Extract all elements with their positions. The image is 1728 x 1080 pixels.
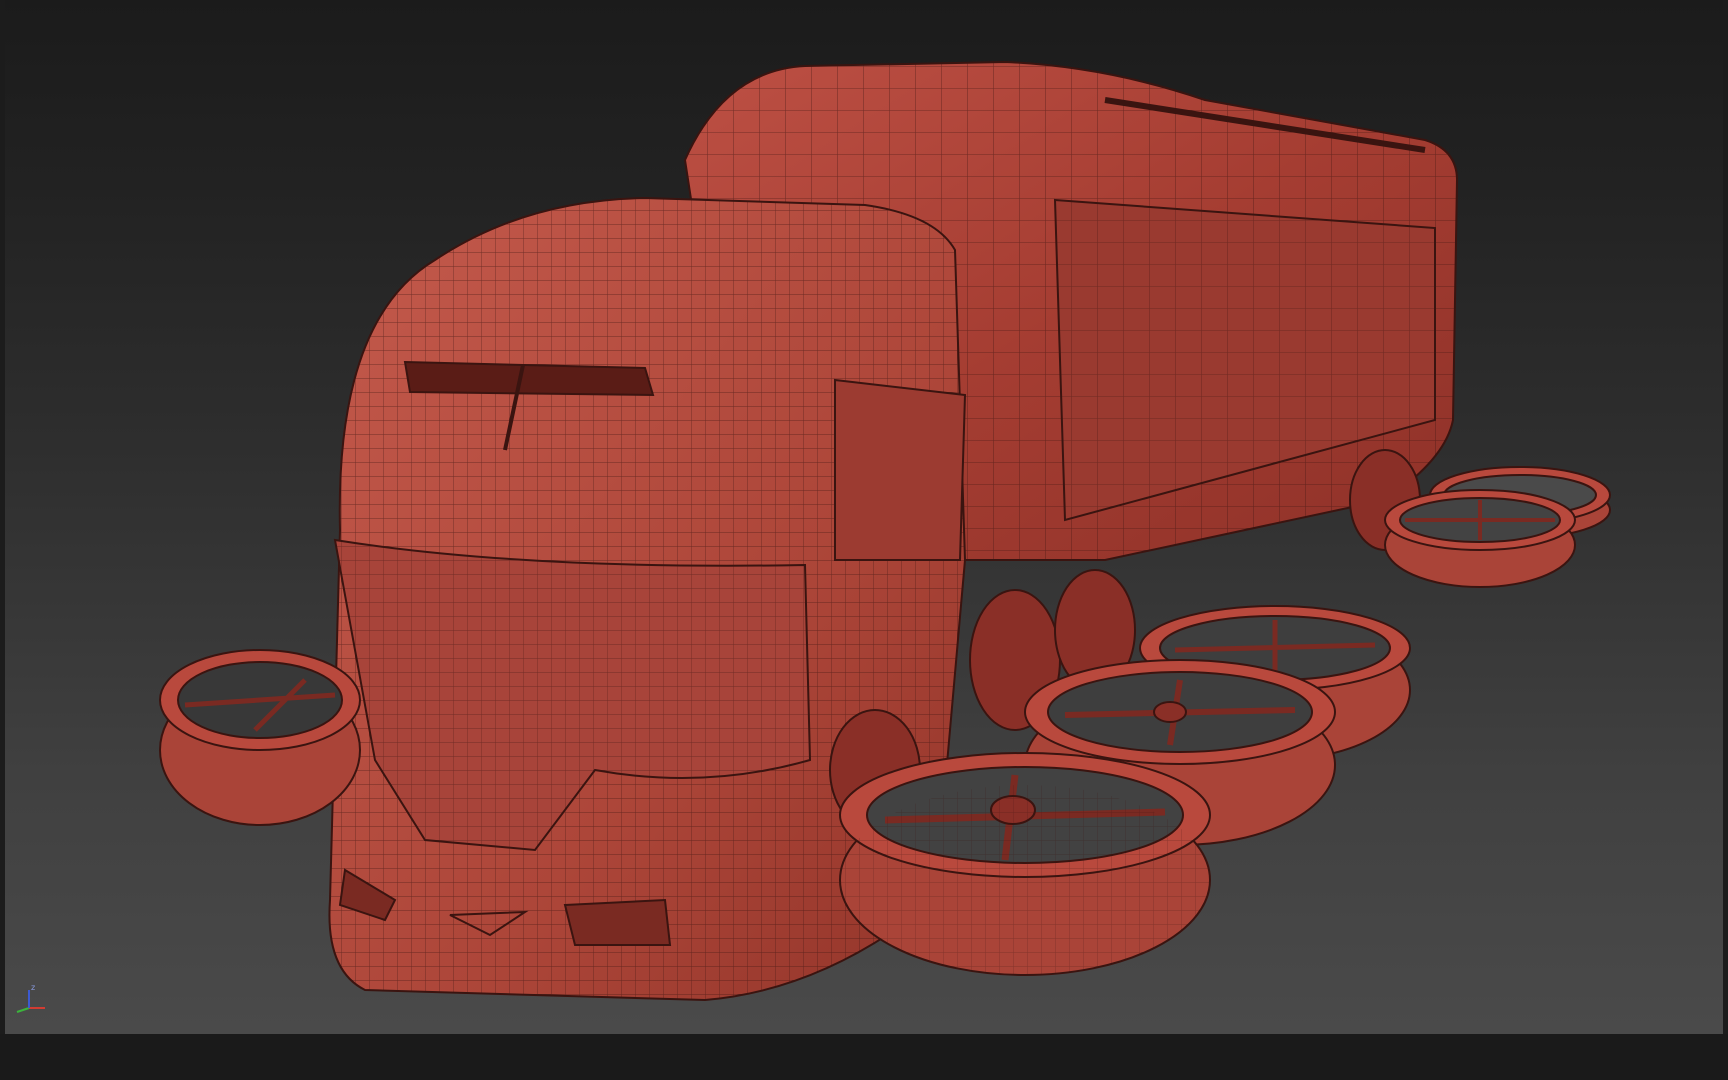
scene-render[interactable] bbox=[5, 0, 1723, 1034]
rotor-front-left bbox=[159, 649, 361, 826]
bottom-bar bbox=[0, 1034, 1728, 1080]
axis-gizmo: z bbox=[16, 983, 45, 1013]
3d-viewport[interactable]: z bbox=[5, 0, 1723, 1034]
rotor-front-right bbox=[839, 752, 1211, 976]
rotor-rear-right-inner bbox=[1384, 489, 1576, 588]
axis-z-label: z bbox=[31, 983, 35, 992]
